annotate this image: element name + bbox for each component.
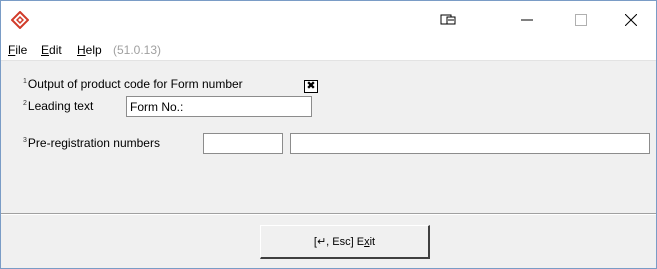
exit-button-label: [↵, Esc] E [313,236,365,248]
diamond-app-icon[interactable] [10,10,30,30]
product-code-row: 1Output of product code for Form number [23,77,243,91]
menu-help-mnemonic: H [77,43,86,57]
checkbox-x-icon: ✖ [306,80,316,92]
leading-text-input[interactable] [126,96,312,117]
menu-edit[interactable]: Edit [41,43,62,57]
leading-text-row: 2Leading text [23,99,93,113]
minimize-icon[interactable] [504,1,550,39]
menu-bar: File Edit Help (51.0.13) [1,39,656,61]
row-number: 3 [23,137,27,144]
menu-file[interactable]: File [8,43,27,57]
row-number: 2 [23,100,27,107]
exit-button[interactable]: [↵, Esc] Ex it [260,225,430,259]
product-code-label: Output of product code for Form number [27,77,243,91]
pre-registration-input-2[interactable] [290,133,650,154]
title-bar[interactable] [1,1,656,39]
row-number: 1 [23,78,27,85]
exit-button-label-end: it [369,235,376,248]
form-panel: 1Output of product code for Form number … [1,62,656,213]
application-window: File Edit Help (51.0.13) 1Output of prod… [0,0,657,269]
pre-registration-input-1[interactable] [203,133,283,154]
maximize-icon[interactable] [558,1,604,39]
menu-file-label: ile [15,43,28,57]
leading-text-label: Leading text [27,99,94,113]
menu-edit-label: dit [49,43,62,57]
version-label: (51.0.13) [113,43,162,57]
close-icon[interactable] [608,1,654,39]
menu-help[interactable]: Help [77,43,102,57]
pre-registration-label: Pre-registration numbers [27,136,160,150]
product-code-checkbox[interactable]: ✖ [304,80,318,93]
restore-window-icon[interactable] [425,1,471,39]
footer-bar: [↵, Esc] Ex it [1,215,656,268]
menu-help-label: elp [85,43,102,57]
pre-registration-row: 3Pre-registration numbers [23,136,160,150]
menu-edit-mnemonic: E [41,43,50,57]
